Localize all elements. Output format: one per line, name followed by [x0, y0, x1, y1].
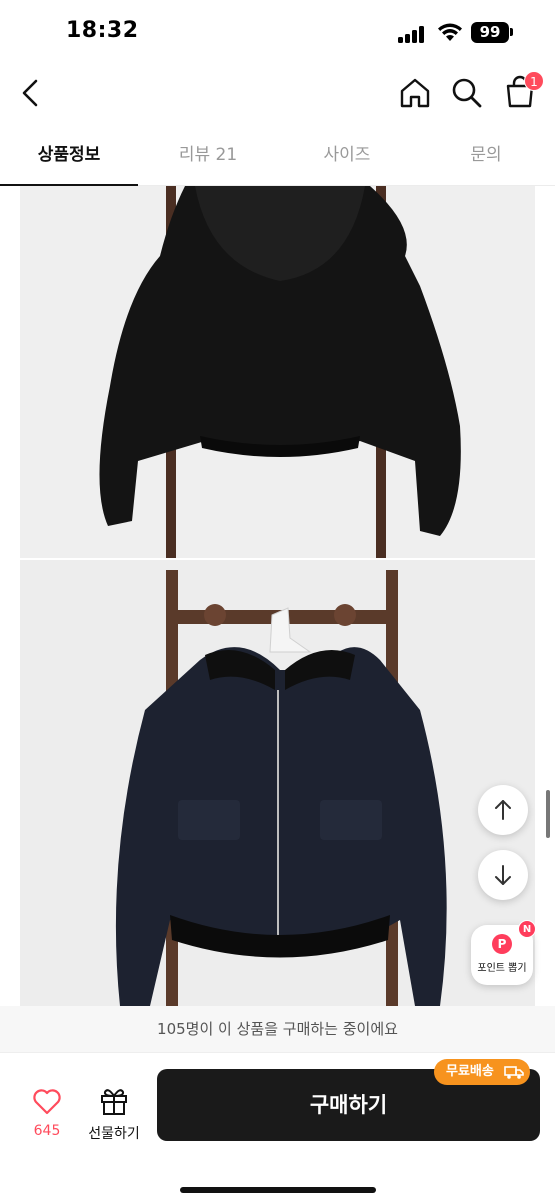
- tab-size[interactable]: 사이즈: [278, 128, 416, 186]
- arrow-up-icon[interactable]: [478, 785, 528, 835]
- status-time: 18:32: [66, 18, 139, 43]
- signal-icon: [398, 25, 428, 43]
- nav-header: 1: [0, 62, 555, 124]
- free-shipping-badge: 무료배송: [434, 1059, 530, 1085]
- purchasing-notice: 105명이 이 상품을 구매하는 중이에요: [0, 1006, 555, 1052]
- gift-button[interactable]: 선물하기: [82, 1083, 146, 1145]
- product-detail-content: [0, 186, 555, 1006]
- tab-reviews[interactable]: 리뷰 21: [139, 128, 277, 186]
- new-badge: N: [518, 920, 536, 938]
- arrow-down-icon[interactable]: [478, 850, 528, 900]
- product-tabs: 상품정보 리뷰 21 사이즈 문의: [0, 128, 555, 186]
- gift-icon: [101, 1089, 127, 1115]
- battery-tip: [510, 28, 513, 36]
- truck-icon: [504, 1066, 524, 1079]
- back-arrow-icon[interactable]: [14, 74, 50, 112]
- tab-product-info[interactable]: 상품정보: [0, 128, 138, 186]
- search-icon[interactable]: [448, 74, 486, 112]
- home-indicator: [180, 1187, 376, 1193]
- product-photo-fur-jacket: [20, 186, 535, 558]
- cart-count-badge: 1: [524, 71, 544, 91]
- tab-inquiry[interactable]: 문의: [417, 128, 555, 186]
- gift-label: 선물하기: [88, 1126, 140, 1142]
- heart-icon: [33, 1089, 61, 1115]
- bottom-action-bar: 645 선물하기 구매하기 무료배송: [0, 1052, 555, 1200]
- scroll-indicator[interactable]: [546, 790, 550, 838]
- like-button[interactable]: 645: [20, 1083, 74, 1145]
- free-shipping-label: 무료배송: [446, 1064, 494, 1079]
- point-draw-label: 포인트 뽑기: [477, 963, 527, 974]
- like-count: 645: [33, 1123, 61, 1139]
- wifi-icon: [438, 23, 462, 41]
- point-icon: P: [492, 934, 512, 954]
- status-bar: 18:32 99: [0, 0, 555, 62]
- home-icon[interactable]: [396, 74, 434, 112]
- product-photo-reversed-jacket: [20, 560, 535, 1006]
- battery-icon: 99: [471, 22, 509, 43]
